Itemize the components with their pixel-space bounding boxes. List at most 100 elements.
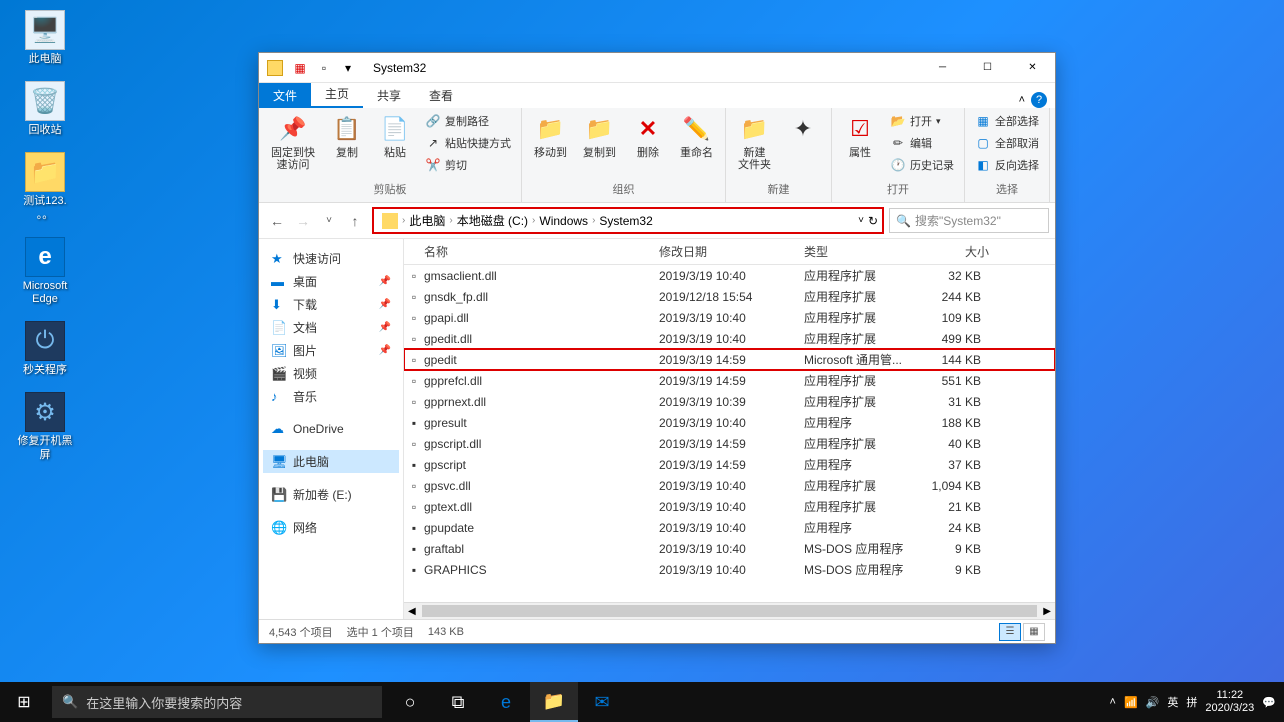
properties-button[interactable]: ☑属性 bbox=[838, 111, 882, 161]
delete-button[interactable]: ✕删除 bbox=[626, 111, 670, 161]
chevron-down-icon[interactable]: ˅ bbox=[858, 215, 864, 226]
new-item-button[interactable]: ✦ bbox=[781, 111, 825, 149]
forward-button[interactable]: → bbox=[291, 209, 315, 233]
file-row[interactable]: ▫gpsvc.dll2019/3/19 10:40应用程序扩展1,094 KB bbox=[404, 475, 1055, 496]
file-row[interactable]: ▪GRAPHICS2019/3/19 10:40MS-DOS 应用程序9 KB bbox=[404, 559, 1055, 580]
qat-dropdown[interactable]: ▾ bbox=[337, 57, 359, 79]
start-button[interactable]: ⊞ bbox=[0, 682, 48, 722]
column-size[interactable]: 大小 bbox=[924, 243, 989, 260]
tray-network-icon[interactable]: 📶 bbox=[1124, 696, 1138, 709]
rename-button[interactable]: ✏️重命名 bbox=[674, 111, 719, 161]
desktop-icon-edge[interactable]: eMicrosoft Edge bbox=[10, 237, 80, 306]
taskbar-edge[interactable]: e bbox=[482, 682, 530, 722]
breadcrumb-system32[interactable]: System32 bbox=[595, 214, 656, 228]
edit-button[interactable]: ✏编辑 bbox=[886, 133, 958, 153]
select-none-button[interactable]: ▢全部取消 bbox=[971, 133, 1043, 153]
tab-home[interactable]: 主页 bbox=[311, 81, 363, 108]
open-button[interactable]: 📂打开▾ bbox=[886, 111, 958, 131]
column-name[interactable]: 名称 bbox=[404, 243, 659, 260]
up-button[interactable]: ↑ bbox=[343, 209, 367, 233]
tray-clock[interactable]: 11:22 2020/3/23 bbox=[1205, 689, 1254, 715]
sidebar-videos[interactable]: 🎬视频 bbox=[263, 362, 399, 385]
taskbar-cortana[interactable]: ○ bbox=[386, 682, 434, 722]
breadcrumb-drive-c[interactable]: 本地磁盘 (C:) bbox=[453, 212, 532, 229]
tab-share[interactable]: 共享 bbox=[363, 83, 415, 108]
titlebar[interactable]: ▦ ▫ ▾ System32 ─ ☐ ✕ bbox=[259, 53, 1055, 83]
taskbar-search[interactable]: 🔍 在这里输入你要搜索的内容 bbox=[52, 686, 382, 718]
tray-ime[interactable]: 英 bbox=[1167, 694, 1178, 710]
column-date[interactable]: 修改日期 bbox=[659, 243, 804, 260]
close-button[interactable]: ✕ bbox=[1010, 53, 1055, 83]
back-button[interactable]: ← bbox=[265, 209, 289, 233]
sidebar-network[interactable]: 🌐网络 bbox=[263, 516, 399, 539]
copy-to-button[interactable]: 📁复制到 bbox=[577, 111, 622, 161]
sidebar-music[interactable]: ♪音乐 bbox=[263, 385, 399, 408]
desktop-icon-shutdown[interactable]: ⏻秒关程序 bbox=[10, 321, 80, 377]
file-row[interactable]: ▫gpprnext.dll2019/3/19 10:39应用程序扩展31 KB bbox=[404, 391, 1055, 412]
sidebar-pictures[interactable]: 🖼图片📌 bbox=[263, 339, 399, 362]
copy-button[interactable]: 📋复制 bbox=[325, 111, 369, 161]
file-row[interactable]: ▫gpedit2019/3/19 14:59Microsoft 通用管...14… bbox=[404, 349, 1055, 370]
new-folder-button[interactable]: 📁新建 文件夹 bbox=[732, 111, 777, 173]
minimize-button[interactable]: ─ bbox=[920, 53, 965, 83]
taskbar-mail[interactable]: ✉ bbox=[578, 682, 626, 722]
file-row[interactable]: ▫gnsdk_fp.dll2019/12/18 15:54应用程序扩展244 K… bbox=[404, 286, 1055, 307]
ribbon-collapse-icon[interactable]: ˄ bbox=[1019, 94, 1025, 106]
select-all-button[interactable]: ▦全部选择 bbox=[971, 111, 1043, 131]
help-icon[interactable]: ? bbox=[1031, 92, 1047, 108]
details-view-button[interactable]: ☰ bbox=[999, 623, 1021, 641]
tray-volume-icon[interactable]: 🔊 bbox=[1146, 696, 1160, 709]
breadcrumb-windows[interactable]: Windows bbox=[535, 214, 592, 228]
file-row[interactable]: ▪gpscript2019/3/19 14:59应用程序37 KB bbox=[404, 454, 1055, 475]
tab-file[interactable]: 文件 bbox=[259, 83, 311, 108]
desktop-icon-test-folder[interactable]: 📁测试123. 。。 bbox=[10, 152, 80, 221]
desktop-icon-this-pc[interactable]: 🖥️此电脑 bbox=[10, 10, 80, 66]
pin-to-quick-access-button[interactable]: 📌固定到快 速访问 bbox=[265, 111, 321, 173]
column-type[interactable]: 类型 bbox=[804, 243, 924, 260]
refresh-button[interactable]: ↻ bbox=[868, 214, 878, 228]
breadcrumb-this-pc[interactable]: 此电脑 bbox=[405, 212, 449, 229]
desktop-icon-repair[interactable]: ⚙修复开机黑 屏 bbox=[10, 392, 80, 461]
copy-path-button[interactable]: 🔗复制路径 bbox=[421, 111, 515, 131]
qat-new-folder[interactable]: ▫ bbox=[313, 57, 335, 79]
move-to-button[interactable]: 📁移动到 bbox=[528, 111, 573, 161]
sidebar-downloads[interactable]: ⬇下载📌 bbox=[263, 293, 399, 316]
sidebar-this-pc[interactable]: 🖥此电脑 bbox=[263, 450, 399, 473]
tray-notifications-icon[interactable]: 💬 bbox=[1262, 696, 1276, 709]
recent-dropdown[interactable]: ˅ bbox=[317, 209, 341, 233]
taskbar-explorer[interactable]: 📁 bbox=[530, 682, 578, 722]
maximize-button[interactable]: ☐ bbox=[965, 53, 1010, 83]
file-row[interactable]: ▫gptext.dll2019/3/19 10:40应用程序扩展21 KB bbox=[404, 496, 1055, 517]
sidebar-new-volume[interactable]: 💾新加卷 (E:) bbox=[263, 483, 399, 506]
file-row[interactable]: ▫gmsaclient.dll2019/3/19 10:40应用程序扩展32 K… bbox=[404, 265, 1055, 286]
invert-selection-button[interactable]: ◧反向选择 bbox=[971, 155, 1043, 175]
paste-button[interactable]: 📄粘贴 bbox=[373, 111, 417, 161]
file-row[interactable]: ▫gpedit.dll2019/3/19 10:40应用程序扩展499 KB bbox=[404, 328, 1055, 349]
history-button[interactable]: 🕐历史记录 bbox=[886, 155, 958, 175]
desktop-icon-recycle-bin[interactable]: 🗑️回收站 bbox=[10, 81, 80, 137]
tab-view[interactable]: 查看 bbox=[415, 83, 467, 108]
icons-view-button[interactable]: ▦ bbox=[1023, 623, 1045, 641]
sidebar-quick-access[interactable]: ★快速访问 bbox=[263, 247, 399, 270]
cut-button[interactable]: ✂️剪切 bbox=[421, 155, 515, 175]
address-bar[interactable]: › 此电脑 › 本地磁盘 (C:) › Windows › System32 ˅… bbox=[373, 208, 883, 233]
sidebar-documents[interactable]: 📄文档📌 bbox=[263, 316, 399, 339]
sidebar-onedrive[interactable]: ☁OneDrive bbox=[263, 418, 399, 440]
paste-shortcut-button[interactable]: ↗粘贴快捷方式 bbox=[421, 133, 515, 153]
file-row[interactable]: ▪gpresult2019/3/19 10:40应用程序188 KB bbox=[404, 412, 1055, 433]
cloud-icon: ☁ bbox=[271, 421, 287, 437]
search-input[interactable]: 🔍 搜索"System32" bbox=[889, 208, 1049, 233]
file-row[interactable]: ▪graftabl2019/3/19 10:40MS-DOS 应用程序9 KB bbox=[404, 538, 1055, 559]
tray-ime2[interactable]: 拼 bbox=[1186, 694, 1197, 710]
file-row[interactable]: ▫gpapi.dll2019/3/19 10:40应用程序扩展109 KB bbox=[404, 307, 1055, 328]
file-row[interactable]: ▫gpscript.dll2019/3/19 14:59应用程序扩展40 KB bbox=[404, 433, 1055, 454]
drive-icon: 💾 bbox=[271, 487, 287, 503]
tray-up-icon[interactable]: ˄ bbox=[1110, 696, 1116, 708]
file-row[interactable]: ▪gpupdate2019/3/19 10:40应用程序24 KB bbox=[404, 517, 1055, 538]
file-list[interactable]: ▫gmsaclient.dll2019/3/19 10:40应用程序扩展32 K… bbox=[404, 265, 1055, 602]
horizontal-scrollbar[interactable]: ◀ ▶ bbox=[404, 602, 1055, 619]
taskbar-taskview[interactable]: ⧉ bbox=[434, 682, 482, 722]
file-row[interactable]: ▫gpprefcl.dll2019/3/19 14:59应用程序扩展551 KB bbox=[404, 370, 1055, 391]
sidebar-desktop[interactable]: ▬桌面📌 bbox=[263, 270, 399, 293]
qat-properties[interactable]: ▦ bbox=[289, 57, 311, 79]
